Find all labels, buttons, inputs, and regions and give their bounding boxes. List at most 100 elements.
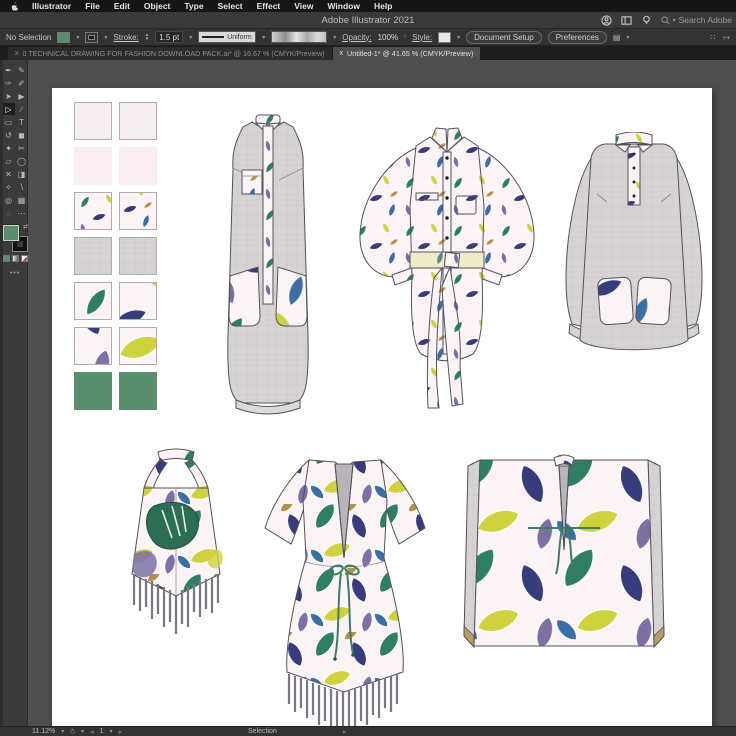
status-flyout-icon[interactable]: ▸ xyxy=(343,728,347,736)
swatch-gray-linen[interactable] xyxy=(119,237,157,275)
toolbar-more-icon[interactable]: ••• xyxy=(10,270,20,277)
eyedropper-tool-icon[interactable]: ✦ xyxy=(3,142,15,154)
mesh-tool-icon[interactable]: ✧ xyxy=(3,181,15,193)
swatch-pink-outline[interactable] xyxy=(74,102,112,140)
more-tools-icon[interactable]: ⋯ xyxy=(16,207,28,219)
artboard[interactable] xyxy=(52,88,712,726)
scissors-tool-icon[interactable]: ✂ xyxy=(16,142,28,154)
document-setup-button[interactable]: Document Setup xyxy=(466,31,542,44)
menu-object[interactable]: Object xyxy=(144,1,170,11)
fill-stroke-indicator[interactable]: ⇄ xyxy=(3,225,27,251)
zoom-tool-icon[interactable]: ◎ xyxy=(3,194,15,206)
search-adobe[interactable]: ▾ Search Adobe xyxy=(661,15,732,25)
zoom-chevron-icon[interactable]: ▾ xyxy=(61,728,64,735)
brush-definition-dropdown[interactable] xyxy=(271,31,327,43)
opacity-value[interactable]: 100% xyxy=(378,33,398,42)
lightbulb-icon[interactable] xyxy=(641,14,653,26)
arrange-documents-icon[interactable]: ▤ xyxy=(613,33,621,42)
ellipse-tool-icon[interactable]: ◯ xyxy=(16,155,28,167)
brush-chevron-icon[interactable]: ▾ xyxy=(333,34,336,41)
garment-sleeveless-shirt-dress[interactable] xyxy=(212,110,324,422)
style-link[interactable]: Style: xyxy=(412,33,432,42)
garment-boxy-poncho-top[interactable] xyxy=(458,450,670,682)
rotate-tool-icon[interactable]: ↺ xyxy=(3,129,15,141)
scale-tool-icon[interactable]: ◼ xyxy=(16,129,28,141)
rotation-chevron-icon[interactable]: ▾ xyxy=(81,728,84,735)
width-profile-dropdown[interactable]: Uniform xyxy=(198,31,256,43)
stroke-color-swatch[interactable] xyxy=(85,32,98,43)
swatch-pattern-zoom-2[interactable] xyxy=(74,327,112,365)
fill-chevron-icon[interactable]: ▾ xyxy=(76,34,79,41)
artboard-prev-icon[interactable]: ◂ xyxy=(90,728,94,736)
swatch-solid-green[interactable] xyxy=(74,372,112,410)
garment-halter-fringe-tank[interactable] xyxy=(114,446,238,642)
swatch-pattern-zoom[interactable] xyxy=(74,282,112,320)
swatch-gray-linen[interactable] xyxy=(74,237,112,275)
gradient-button[interactable] xyxy=(12,255,19,262)
menu-view[interactable]: View xyxy=(294,1,313,11)
rotation-icon[interactable]: ⥁ xyxy=(70,728,75,736)
line-tool-icon[interactable]: ∕ xyxy=(16,103,28,115)
artboard-tool-icon[interactable]: ▦ xyxy=(16,194,28,206)
panel-collapse-icon[interactable]: ↦ xyxy=(723,33,730,42)
stroke-weight-value[interactable]: 1.5 pt xyxy=(155,31,183,43)
artboard-next-icon[interactable]: ▸ xyxy=(119,728,123,736)
fill-color-swatch[interactable] xyxy=(57,32,70,43)
menu-file[interactable]: File xyxy=(85,1,100,11)
menu-window[interactable]: Window xyxy=(327,1,360,11)
blend-tool-icon[interactable]: ◌ xyxy=(3,207,15,219)
garment-balloon-sleeve-blouse[interactable] xyxy=(352,126,542,416)
tab-close-icon[interactable]: x xyxy=(15,50,19,57)
stroke-weight-stepper[interactable]: ▲▼ xyxy=(145,33,149,41)
selection-tool-icon[interactable]: ➤ xyxy=(3,90,15,102)
pen-tool-icon[interactable]: ✒ xyxy=(3,64,15,76)
swatch-feather-pattern[interactable] xyxy=(119,192,157,230)
garment-longsleeve-shirt-dress[interactable] xyxy=(557,132,711,372)
swatch-pink-flat[interactable] xyxy=(119,147,157,185)
gradient-tool-icon[interactable]: ◨ xyxy=(16,168,28,180)
swatch-pattern-zoom[interactable] xyxy=(119,282,157,320)
menu-select[interactable]: Select xyxy=(218,1,243,11)
garment-vneck-kaftan[interactable] xyxy=(247,440,443,726)
opacity-link[interactable]: Opacity: xyxy=(342,33,371,42)
opacity-more-icon[interactable]: › xyxy=(404,34,406,40)
artboard-chevron-icon[interactable]: ▾ xyxy=(109,728,112,735)
knife-tool-icon[interactable]: ∖ xyxy=(16,181,28,193)
swatch-solid-green[interactable] xyxy=(119,372,157,410)
rectangle-tool-icon[interactable]: ▭ xyxy=(3,116,15,128)
zoom-level-value[interactable]: 11.12% xyxy=(32,728,55,735)
brush-tool-icon[interactable]: ✑ xyxy=(3,77,15,89)
swatch-feather-pattern[interactable] xyxy=(74,192,112,230)
menu-edit[interactable]: Edit xyxy=(114,1,130,11)
color-button[interactable] xyxy=(3,255,10,262)
account-icon[interactable] xyxy=(601,14,613,26)
none-button[interactable] xyxy=(21,255,28,262)
blob-brush-tool-icon[interactable]: ✐ xyxy=(16,77,28,89)
tab-technical-drawing-pack[interactable]: x 0 TECHNICAL DRAWING FOR FASHION DOWNLO… xyxy=(8,47,332,60)
direct-selection-tool-icon[interactable]: ▷ xyxy=(3,103,15,115)
width-profile-chevron-icon[interactable]: ▾ xyxy=(262,34,265,41)
type-tool-icon[interactable]: T xyxy=(16,116,28,128)
style-swatch[interactable] xyxy=(438,32,451,43)
eraser-tool-icon[interactable]: ✕ xyxy=(3,168,15,180)
menu-type[interactable]: Type xyxy=(184,1,203,11)
canvas-pasteboard[interactable] xyxy=(28,60,736,726)
fill-proxy[interactable] xyxy=(3,225,19,241)
pencil-tool-icon[interactable]: ✎ xyxy=(16,64,28,76)
tab-untitled-1[interactable]: x Untitled-1* @ 41.65 % (CMYK/Preview) xyxy=(333,47,481,60)
workspace-switcher-icon[interactable] xyxy=(621,14,633,26)
menu-help[interactable]: Help xyxy=(374,1,392,11)
menu-effect[interactable]: Effect xyxy=(257,1,281,11)
arrange-chevron-icon[interactable]: ▾ xyxy=(626,34,629,41)
swatch-pink-flat[interactable] xyxy=(74,147,112,185)
menu-illustrator[interactable]: Illustrator xyxy=(32,1,71,11)
preferences-button[interactable]: Preferences xyxy=(548,31,607,44)
control-dots-icon[interactable]: ∷ xyxy=(710,33,715,42)
swatch-pink-outline[interactable] xyxy=(119,102,157,140)
stroke-panel-link[interactable]: Stroke: xyxy=(113,33,138,42)
artboard-number[interactable]: 1 xyxy=(100,728,104,735)
apple-menu-icon[interactable] xyxy=(10,2,18,11)
tab-close-icon[interactable]: x xyxy=(340,50,344,57)
lasso-tool-icon[interactable]: ▶ xyxy=(16,90,28,102)
style-chevron-icon[interactable]: ▾ xyxy=(457,34,460,41)
